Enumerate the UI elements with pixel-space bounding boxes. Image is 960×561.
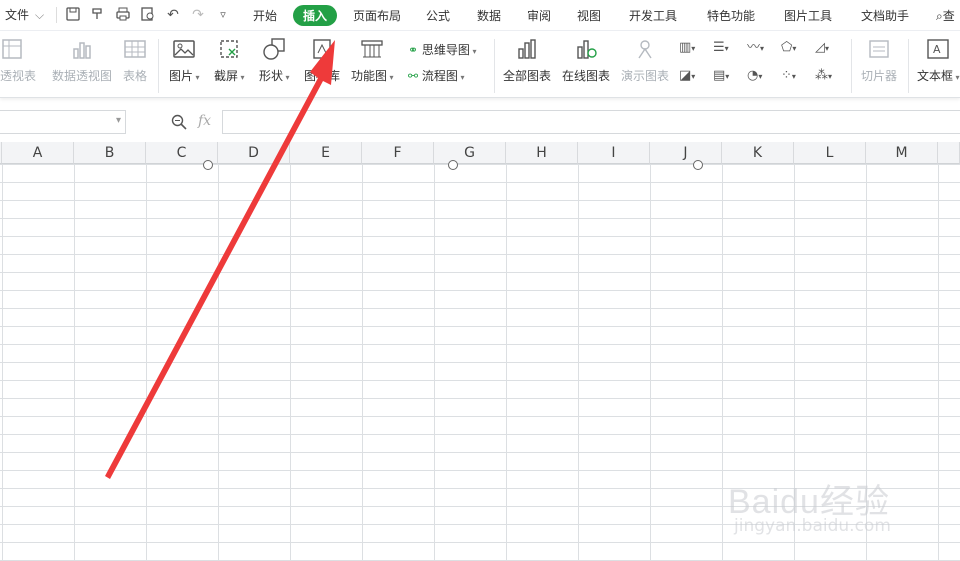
annotation-arrow-icon <box>105 40 335 479</box>
arrow-shape <box>105 40 335 479</box>
